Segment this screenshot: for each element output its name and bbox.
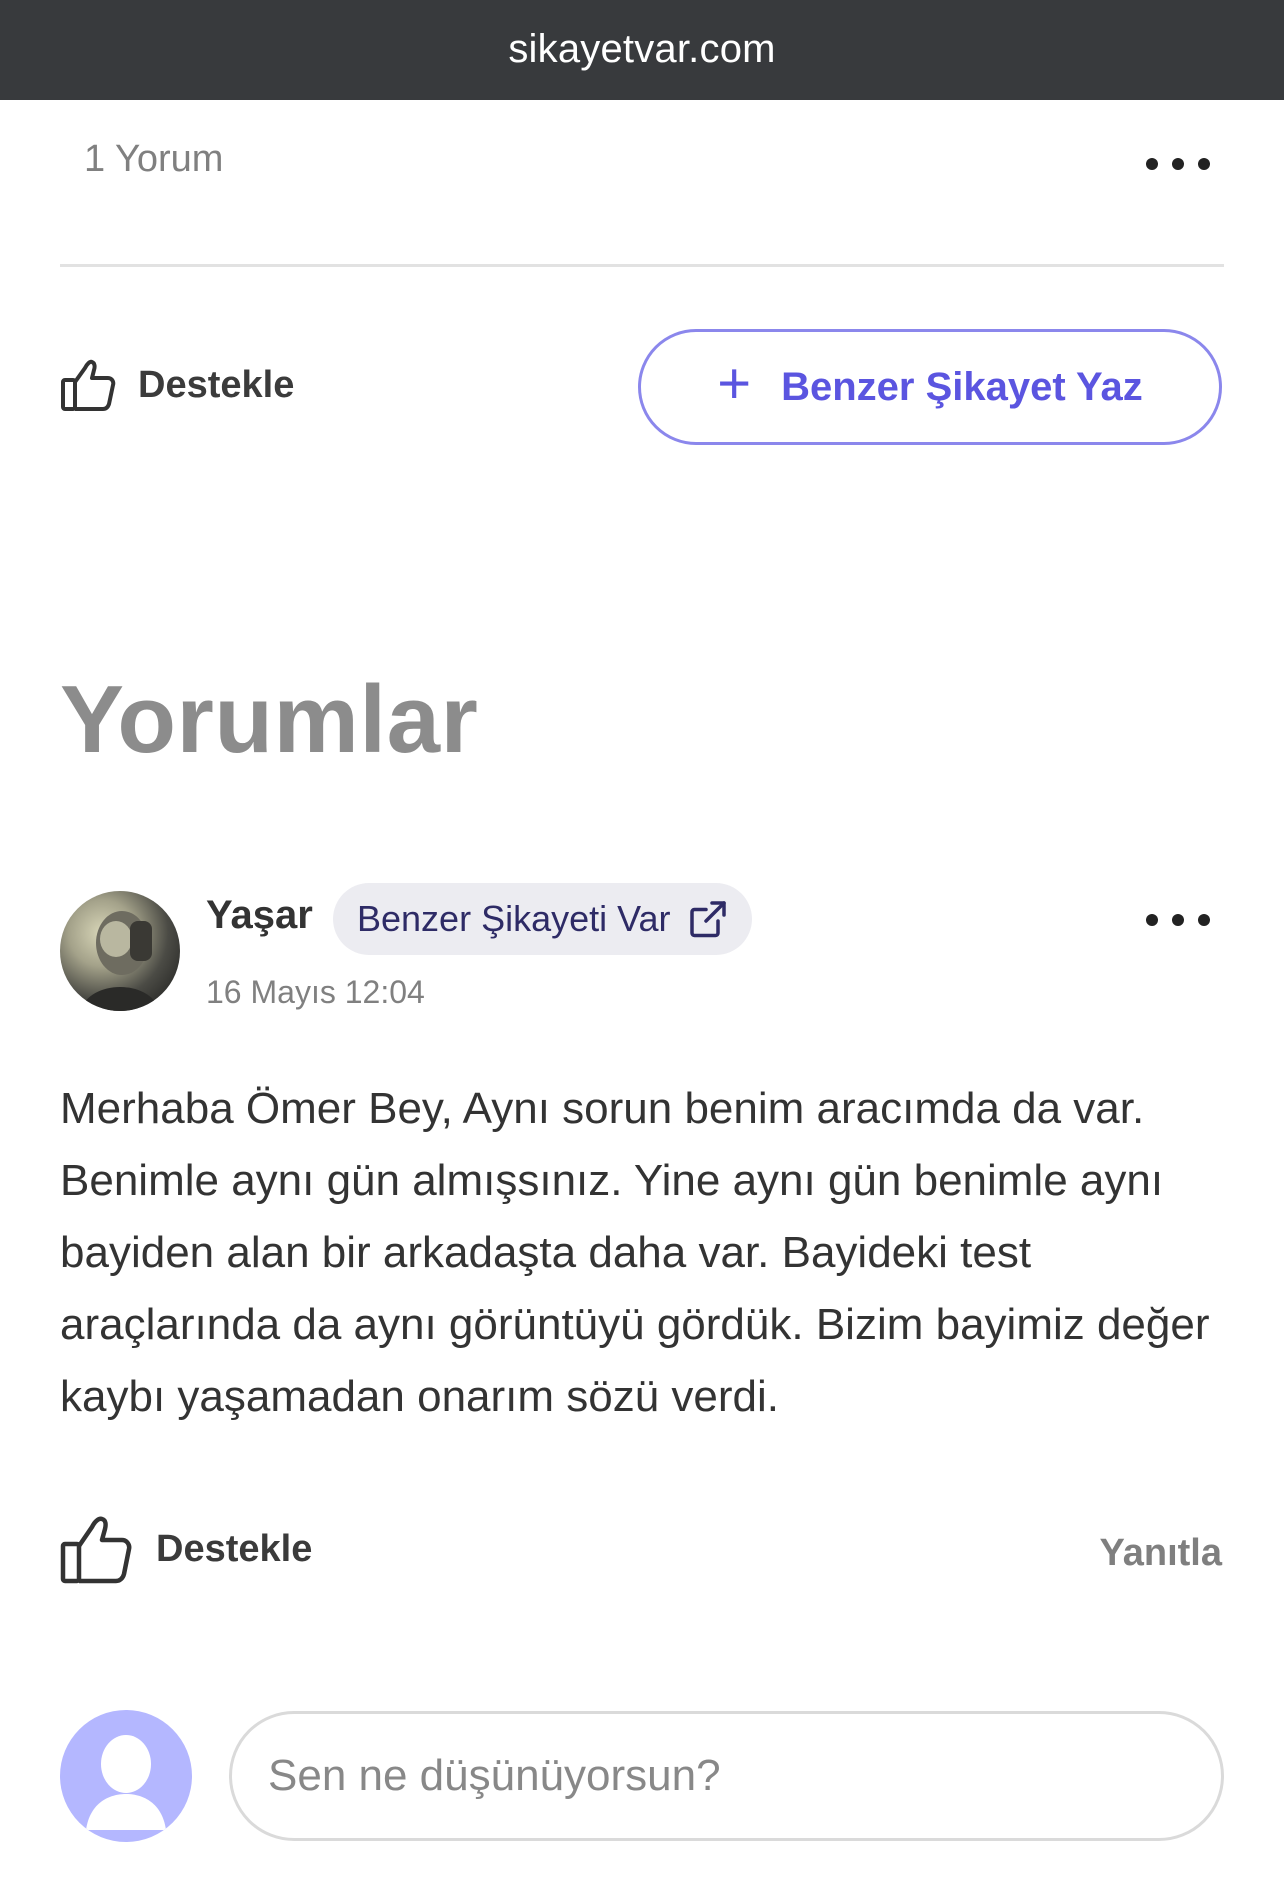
comment-support-label: Destekle bbox=[156, 1527, 313, 1570]
user-placeholder-icon bbox=[86, 1735, 166, 1830]
comment-count[interactable]: 1 Yorum bbox=[84, 138, 223, 181]
browser-url: sikayetvar.com bbox=[508, 26, 776, 71]
similar-complaint-badge[interactable]: Benzer Şikayeti Var bbox=[333, 883, 753, 955]
write-similar-complaint-button[interactable]: + Benzer Şikayet Yaz bbox=[638, 329, 1222, 445]
comment-support-button[interactable]: Destekle bbox=[60, 1514, 312, 1584]
comments-heading: Yorumlar bbox=[60, 666, 479, 773]
reply-button[interactable]: Yanıtla bbox=[1100, 1532, 1223, 1575]
comment-input[interactable] bbox=[229, 1711, 1224, 1841]
comment-text: Merhaba Ömer Bey, Aynı sorun benim aracı… bbox=[60, 1084, 1210, 1421]
more-dots-icon bbox=[1146, 158, 1158, 170]
current-user-avatar bbox=[60, 1710, 192, 1842]
plus-icon: + bbox=[717, 351, 752, 416]
external-link-icon bbox=[690, 901, 727, 938]
thumbs-up-icon bbox=[61, 359, 116, 411]
similar-complaint-badge-label: Benzer Şikayeti Var bbox=[357, 898, 671, 939]
write-similar-complaint-label: Benzer Şikayet Yaz bbox=[781, 364, 1143, 409]
commenter-avatar-photo bbox=[80, 911, 160, 1011]
more-dots-icon bbox=[1146, 914, 1158, 926]
divider bbox=[60, 264, 1224, 267]
more-options-button[interactable] bbox=[1146, 154, 1210, 174]
commenter-name[interactable]: Yaşar bbox=[206, 893, 313, 938]
support-button[interactable]: Destekle bbox=[60, 358, 294, 412]
thumbs-up-icon bbox=[60, 1516, 132, 1584]
browser-address-bar[interactable]: sikayetvar.com bbox=[0, 0, 1284, 100]
commenter-avatar[interactable] bbox=[60, 891, 180, 1011]
comment-date: 16 Mayıs 12:04 bbox=[206, 974, 425, 1010]
support-label: Destekle bbox=[138, 363, 295, 406]
comment-more-options-button[interactable] bbox=[1146, 910, 1210, 930]
